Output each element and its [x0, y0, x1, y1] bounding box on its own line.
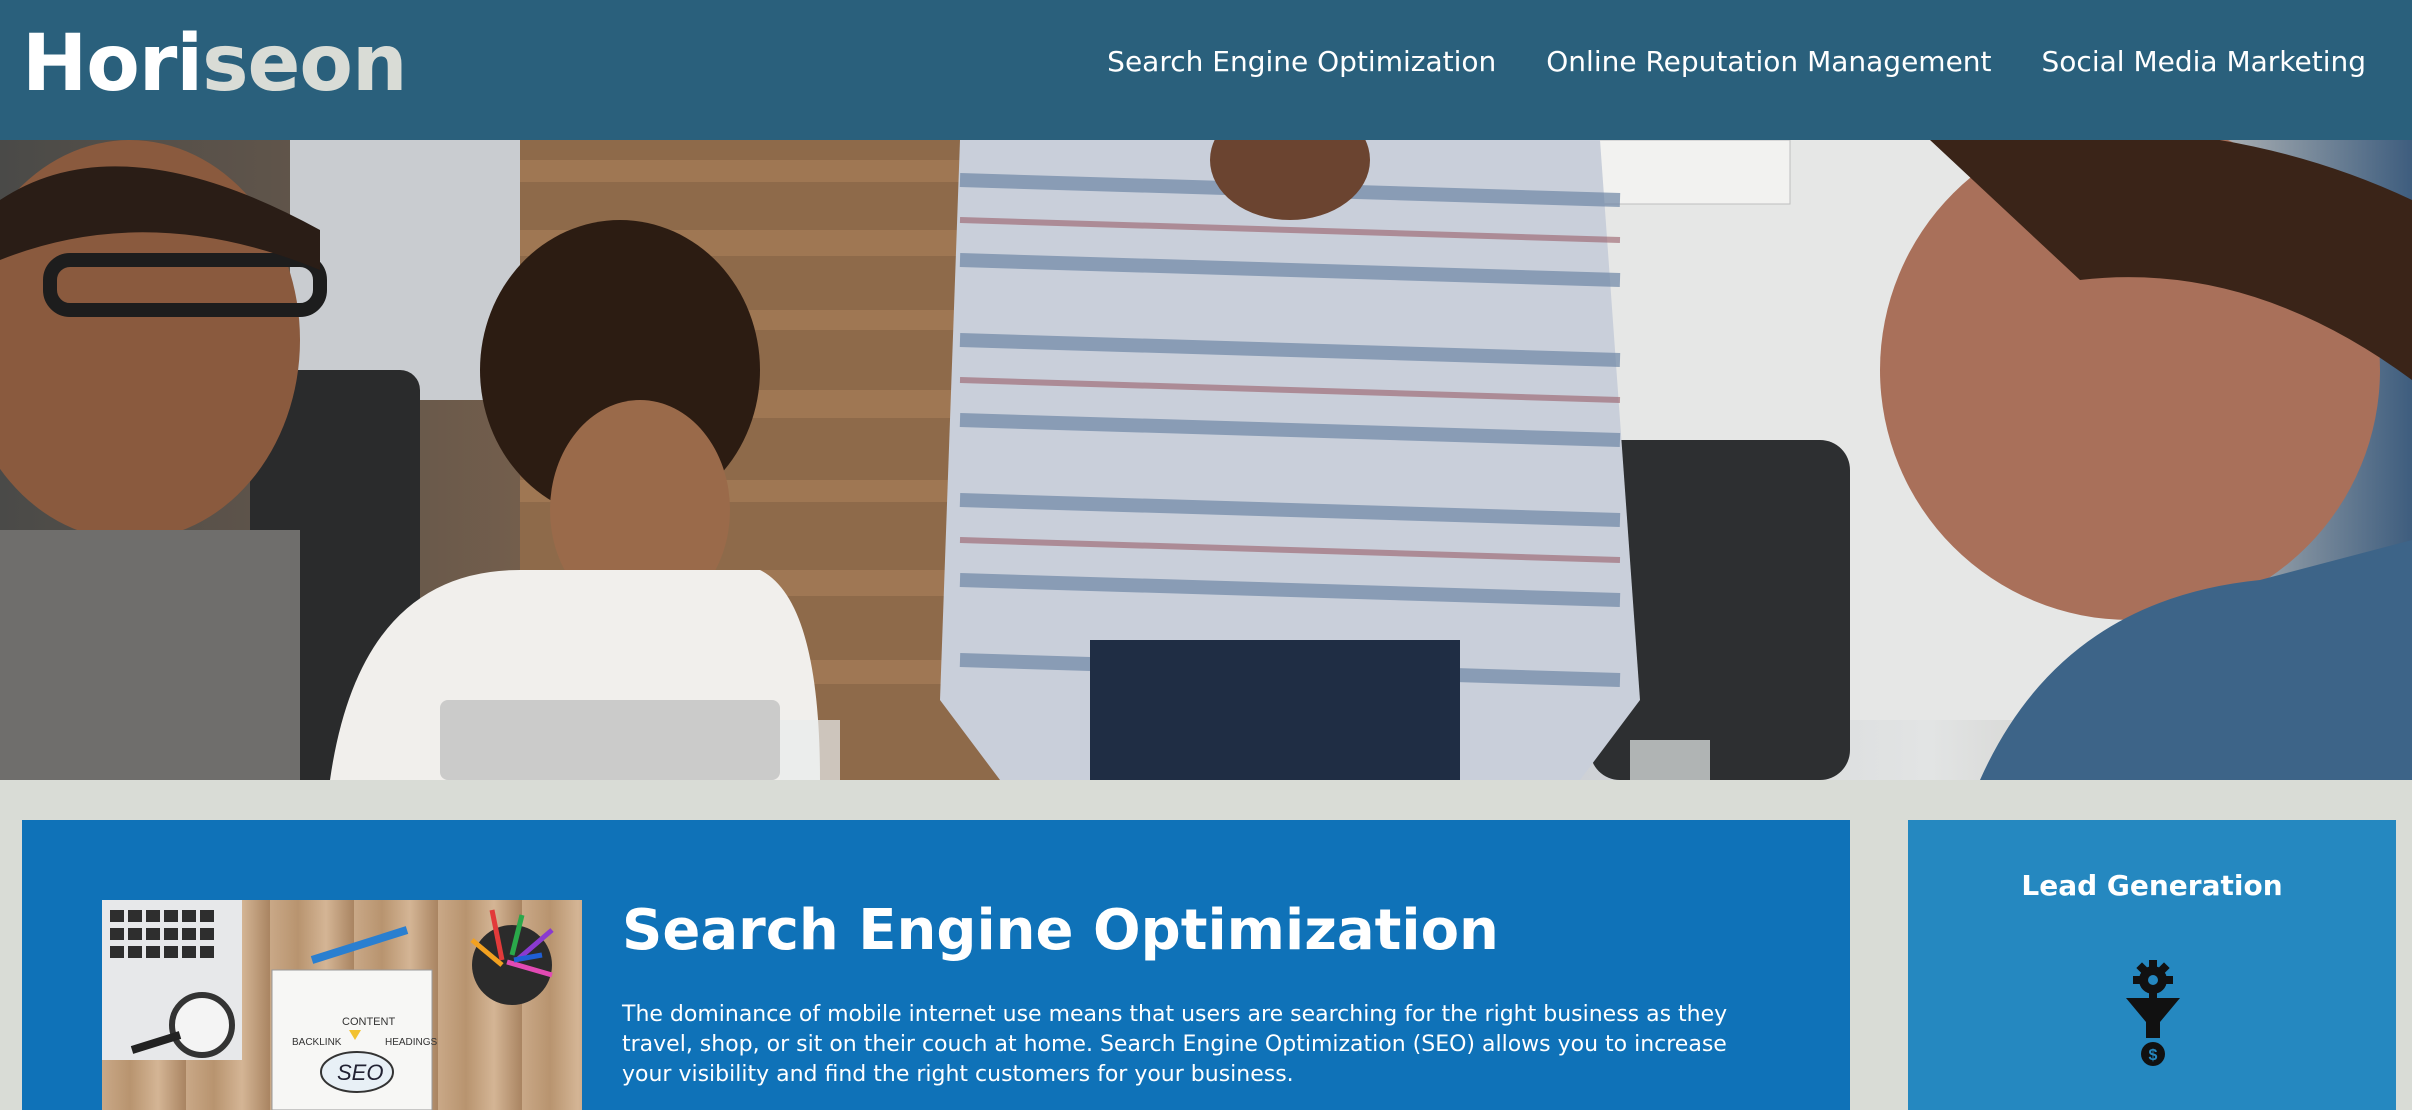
nav-link-social[interactable]: Social Media Marketing	[2042, 38, 2366, 86]
funnel-gear-dollar-icon: $	[2126, 960, 2180, 1066]
seo-title: Search Engine Optimization	[622, 898, 1499, 963]
seo-image: CONTENT BACKLINK HEADINGS SEO	[102, 900, 582, 1110]
svg-text:$: $	[2149, 1047, 2158, 1064]
seo-illustration: CONTENT BACKLINK HEADINGS SEO	[102, 900, 554, 1110]
logo-text-primary: Hori	[22, 19, 203, 109]
site-header: Horiseon Search Engine Optimization Onli…	[0, 0, 2412, 140]
svg-text:BACKLINK: BACKLINK	[292, 1037, 342, 1048]
svg-text:CONTENT: CONTENT	[342, 1016, 395, 1028]
site-logo[interactable]: Horiseon	[22, 14, 408, 114]
nav-link-seo[interactable]: Search Engine Optimization	[1107, 38, 1496, 86]
seo-description: The dominance of mobile internet use mea…	[622, 1002, 1728, 1087]
svg-text:SEO: SEO	[337, 1060, 383, 1085]
seo-section: CONTENT BACKLINK HEADINGS SEO Search Eng…	[22, 820, 1850, 1110]
lead-generation-card: Lead Generation $	[1908, 820, 2396, 1110]
main-nav: Search Engine Optimization Online Reputa…	[1107, 38, 2366, 86]
logo-text-accent: seon	[202, 19, 407, 109]
svg-text:HEADINGS: HEADINGS	[385, 1037, 438, 1048]
nav-link-reputation[interactable]: Online Reputation Management	[1546, 38, 1991, 86]
hero-image	[0, 140, 2412, 780]
lead-generation-title: Lead Generation	[2021, 869, 2283, 902]
team-meeting-photo	[0, 140, 2412, 780]
